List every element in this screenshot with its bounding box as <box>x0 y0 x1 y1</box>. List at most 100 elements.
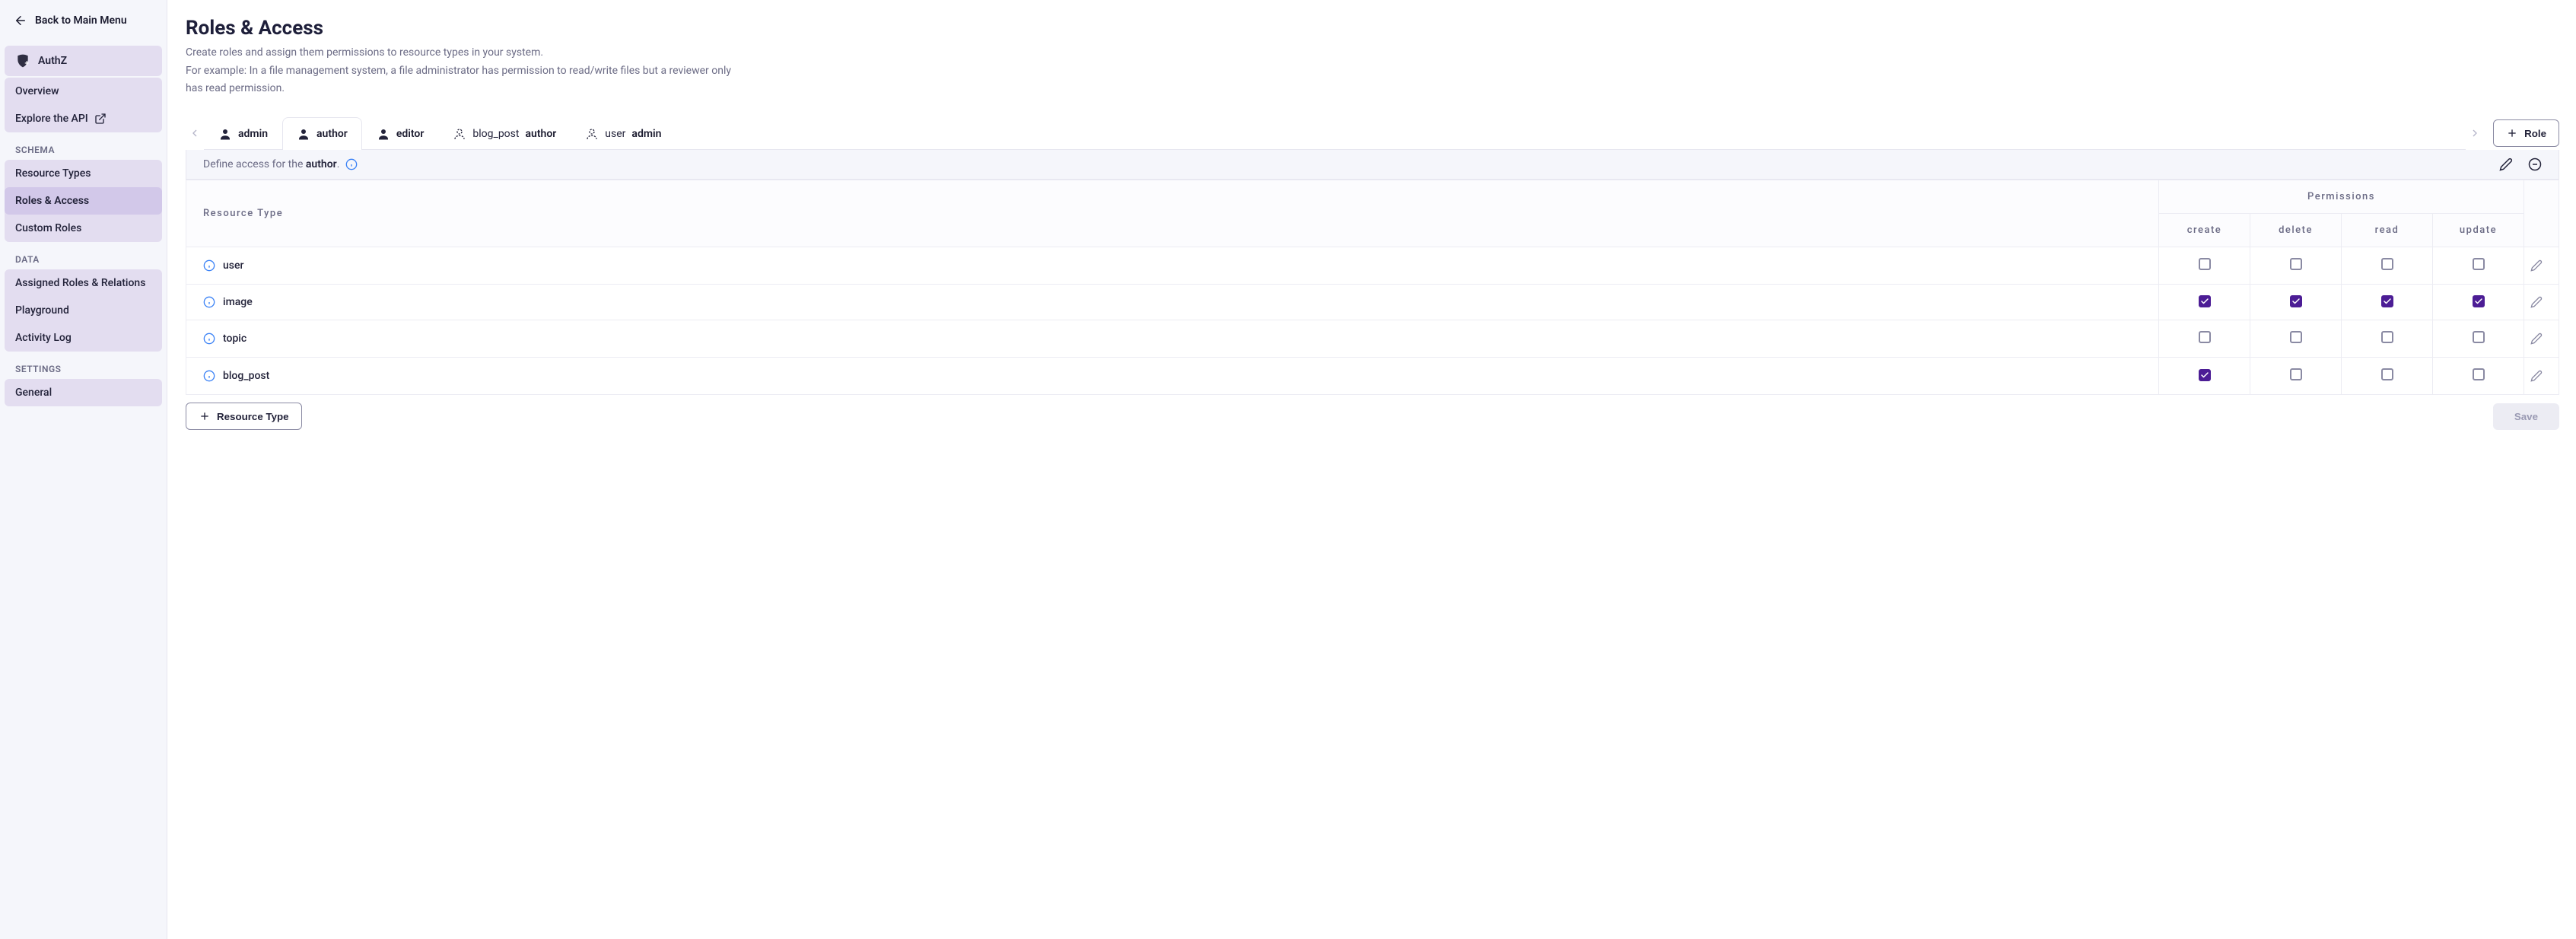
page-desc-2: For example: In a file management system… <box>186 62 733 97</box>
permission-checkbox[interactable] <box>2199 369 2211 381</box>
back-label: Back to Main Menu <box>35 14 127 27</box>
nav-label: Activity Log <box>15 332 72 344</box>
permission-checkbox[interactable] <box>2199 258 2211 270</box>
sidebar-item-playground[interactable]: Playground <box>5 297 162 324</box>
sidebar-item-resource-types[interactable]: Resource Types <box>5 160 162 187</box>
tabs-row: adminauthoreditorblog_postauthoruseradmi… <box>186 116 2559 150</box>
resource-name: user <box>223 259 243 272</box>
tab-user-admin[interactable]: user admin <box>571 117 676 150</box>
tab-label: author <box>525 128 556 140</box>
person-icon <box>297 127 310 141</box>
person-icon <box>218 127 232 141</box>
tab-author[interactable]: author <box>282 117 362 150</box>
info-icon[interactable] <box>203 370 215 382</box>
plus-icon <box>2506 127 2518 139</box>
sidebar-item-overview[interactable]: Overview <box>5 78 162 105</box>
table-row: topic <box>186 320 2559 358</box>
sidebar-item-authz[interactable]: + AuthZ <box>5 46 162 76</box>
nav-label: Resource Types <box>15 167 91 180</box>
external-link-icon <box>94 113 107 125</box>
sidebar-item-general[interactable]: General <box>5 379 162 406</box>
back-to-main-menu[interactable]: Back to Main Menu <box>5 8 162 33</box>
resource-name-cell: blog_post <box>203 370 2142 382</box>
table-row: image <box>186 285 2559 320</box>
tab-editor[interactable]: editor <box>362 117 439 150</box>
chevron-right-icon <box>2469 127 2481 139</box>
table-row: user <box>186 247 2559 285</box>
sidebar-section-settings: SETTINGS <box>5 353 162 379</box>
info-icon[interactable] <box>345 158 358 170</box>
sidebar-item-custom-roles[interactable]: Custom Roles <box>5 215 162 242</box>
permission-checkbox[interactable] <box>2290 258 2302 270</box>
permission-checkbox[interactable] <box>2473 368 2485 380</box>
permission-checkbox[interactable] <box>2473 331 2485 343</box>
tab-label: admin <box>631 128 661 140</box>
remove-role-button[interactable] <box>2528 158 2542 171</box>
sidebar-group-top: Overview Explore the API <box>5 78 162 132</box>
table-row: blog_post <box>186 358 2559 395</box>
edit-row-button[interactable] <box>2530 333 2552 345</box>
tabs-scroll-left[interactable] <box>186 127 204 139</box>
svg-text:+: + <box>25 60 30 68</box>
add-role-button[interactable]: Role <box>2493 119 2559 147</box>
permission-checkbox[interactable] <box>2199 295 2211 307</box>
tab-label: editor <box>396 128 425 140</box>
permission-checkbox[interactable] <box>2381 295 2393 307</box>
save-button[interactable]: Save <box>2493 403 2559 430</box>
plus-icon <box>199 410 211 422</box>
tabs-scroll-right[interactable] <box>2466 127 2484 139</box>
info-icon[interactable] <box>203 333 215 345</box>
add-resource-type-button[interactable]: Resource Type <box>186 403 302 430</box>
col-resource-type: Resource Type <box>186 180 2159 247</box>
nav-label: Custom Roles <box>15 222 81 234</box>
sidebar-item-explore-api[interactable]: Explore the API <box>5 105 162 132</box>
permission-checkbox[interactable] <box>2381 331 2393 343</box>
col-delete: delete <box>2250 214 2342 247</box>
tab-prefix: user <box>605 128 625 140</box>
person-icon <box>377 127 390 141</box>
sidebar-section-schema: SCHEMA <box>5 134 162 160</box>
nav-label: Assigned Roles & Relations <box>15 277 145 289</box>
permission-checkbox[interactable] <box>2290 368 2302 380</box>
minus-circle-icon <box>2528 158 2542 171</box>
resource-name-cell: image <box>203 296 2142 308</box>
tab-admin[interactable]: admin <box>204 117 282 150</box>
chevron-left-icon <box>189 127 201 139</box>
edit-row-button[interactable] <box>2530 370 2552 382</box>
person-dashed-icon <box>453 127 466 141</box>
edit-role-button[interactable] <box>2499 158 2513 171</box>
sidebar-group-settings: General <box>5 379 162 406</box>
save-btn-label: Save <box>2514 411 2538 422</box>
permission-checkbox[interactable] <box>2290 331 2302 343</box>
page-title: Roles & Access <box>186 17 2559 40</box>
info-icon[interactable] <box>203 259 215 272</box>
arrow-left-icon <box>14 14 27 27</box>
resource-name-cell: user <box>203 259 2142 272</box>
col-permissions: Permissions <box>2159 180 2524 214</box>
role-btn-label: Role <box>2524 128 2546 139</box>
sidebar: Back to Main Menu + AuthZ Overview Explo… <box>0 0 167 939</box>
permission-checkbox[interactable] <box>2473 258 2485 270</box>
permission-checkbox[interactable] <box>2199 331 2211 343</box>
define-suffix: . <box>337 158 340 170</box>
edit-row-button[interactable] <box>2530 259 2552 272</box>
permission-checkbox[interactable] <box>2381 368 2393 380</box>
pencil-icon <box>2530 333 2543 345</box>
col-edit <box>2524 180 2559 247</box>
sidebar-item-assigned-roles[interactable]: Assigned Roles & Relations <box>5 269 162 297</box>
permission-checkbox[interactable] <box>2290 295 2302 307</box>
permission-checkbox[interactable] <box>2473 295 2485 307</box>
sidebar-item-activity-log[interactable]: Activity Log <box>5 324 162 352</box>
tabs-list: adminauthoreditorblog_postauthoruseradmi… <box>204 116 2466 150</box>
edit-row-button[interactable] <box>2530 296 2552 308</box>
sidebar-item-roles-access[interactable]: Roles & Access <box>5 187 162 215</box>
resource-name: image <box>223 296 253 308</box>
nav-label: Roles & Access <box>15 195 89 207</box>
pencil-icon <box>2530 259 2543 272</box>
page-desc-1: Create roles and assign them permissions… <box>186 44 733 61</box>
tab-blog_post-author[interactable]: blog_postauthor <box>438 117 571 150</box>
info-icon[interactable] <box>203 296 215 308</box>
sidebar-group-data: Assigned Roles & Relations Playground Ac… <box>5 269 162 352</box>
resource-type-btn-label: Resource Type <box>217 411 289 422</box>
permission-checkbox[interactable] <box>2381 258 2393 270</box>
